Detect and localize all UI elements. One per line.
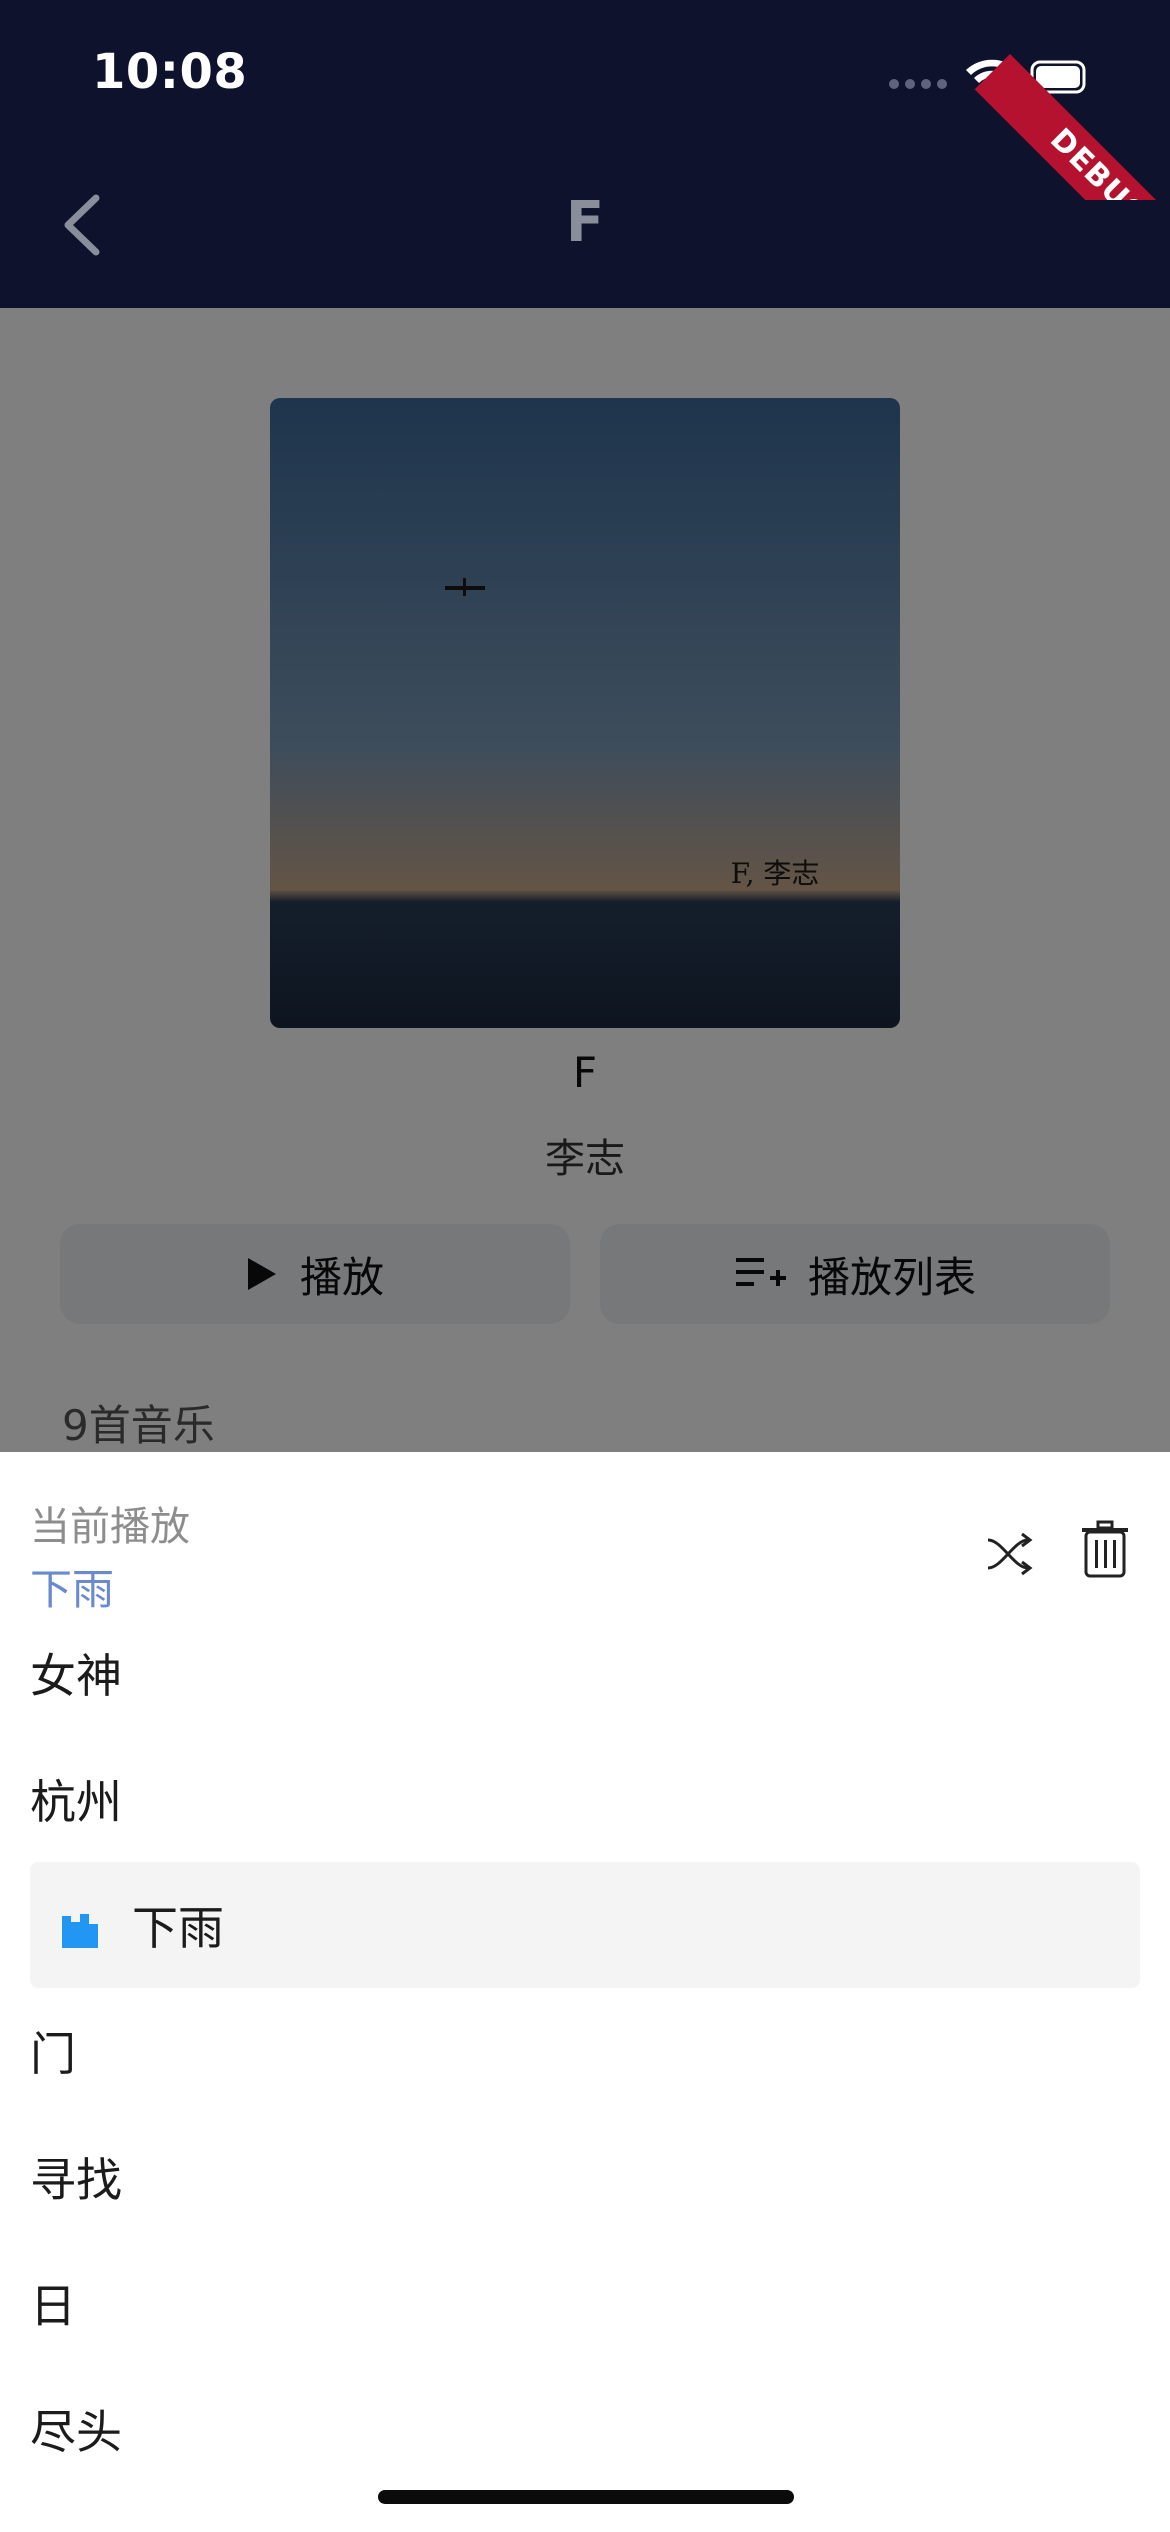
debug-banner: DEBUG (970, 0, 1170, 200)
track-title: 下雨 (132, 1901, 224, 1955)
status-time: 10:08 (92, 44, 248, 100)
shuffle-icon (984, 1532, 1040, 1586)
track-row-active[interactable]: 下雨 (30, 1862, 1140, 1988)
track-row[interactable]: 寻找 (0, 2114, 1170, 2240)
track-row[interactable]: 门 (0, 1988, 1170, 2114)
track-row[interactable]: 女神 (0, 1610, 1170, 1736)
track-row[interactable]: 尽头 (0, 2366, 1170, 2492)
equalizer-icon (60, 1905, 100, 1948)
track-row[interactable]: 杭州 (0, 1736, 1170, 1862)
track-title: 门 (30, 2027, 76, 2081)
track-title: 寻找 (30, 2153, 122, 2207)
track-title: 尽头 (30, 2405, 122, 2459)
trash-icon (1080, 1520, 1130, 1584)
shuffle-button[interactable] (984, 1526, 1040, 1582)
now-playing-song: 下雨 (30, 1565, 115, 1614)
track-title: 日 (30, 2279, 76, 2333)
track-row[interactable]: 日 (0, 2240, 1170, 2366)
home-indicator (378, 2490, 794, 2504)
clear-queue-button[interactable] (1080, 1520, 1130, 1580)
now-playing-label: 当前播放 (30, 1504, 190, 1550)
track-title: 杭州 (30, 1775, 122, 1829)
track-title: 女神 (30, 1649, 122, 1703)
